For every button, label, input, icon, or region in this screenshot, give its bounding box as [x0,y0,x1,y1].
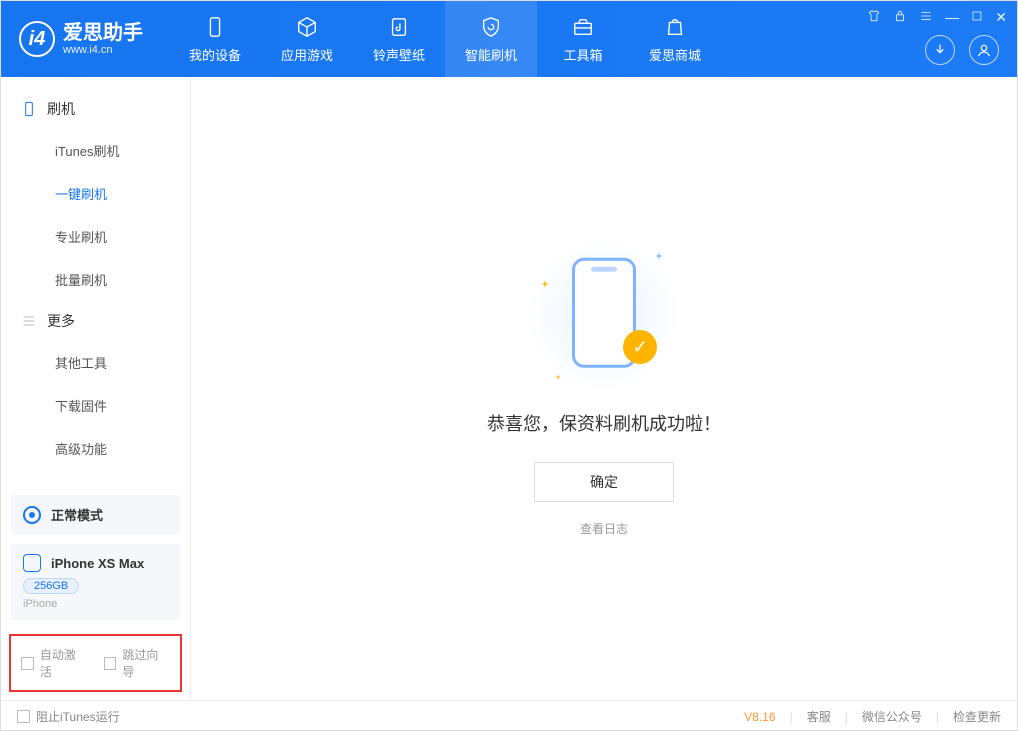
sidebar: 刷机 iTunes刷机 一键刷机 专业刷机 批量刷机 更多 其他工具 下载固件 … [1,77,191,700]
mode-card[interactable]: 正常模式 [11,495,180,534]
app-header: i4 爱思助手 www.i4.cn 我的设备 应用游戏 铃声壁纸 智能刷机 工具… [1,1,1017,77]
mode-dot-icon [23,506,41,524]
section-label: 更多 [47,311,75,331]
tab-store[interactable]: 爱思商城 [629,1,721,77]
tab-smart-flash[interactable]: 智能刷机 [445,1,537,77]
bag-icon [663,15,687,39]
footer-link-wechat[interactable]: 微信公众号 [862,708,922,725]
app-subtitle: www.i4.cn [63,44,143,56]
tab-ringtone-wallpaper[interactable]: 铃声壁纸 [353,1,445,77]
device-type: iPhone [23,598,168,610]
tab-toolbox[interactable]: 工具箱 [537,1,629,77]
list-icon [21,313,37,329]
checkbox-icon [17,710,30,723]
close-button[interactable]: ✕ [995,9,1007,26]
checkbox-label: 跳过向导 [122,646,170,680]
music-file-icon [387,15,411,39]
sidebar-item-download-firmware[interactable]: 下载固件 [1,384,190,427]
phone-icon [203,15,227,39]
app-title: 爱思助手 [63,22,143,44]
sidebar-item-oneclick-flash[interactable]: 一键刷机 [1,172,190,215]
success-illustration: ✓ [529,240,679,390]
main-tabs: 我的设备 应用游戏 铃声壁纸 智能刷机 工具箱 爱思商城 [169,1,721,77]
sidebar-item-itunes-flash[interactable]: iTunes刷机 [1,129,190,172]
toolbox-icon [571,15,595,39]
tab-label: 爱思商城 [649,45,701,64]
sidebar-section-more: 更多 [1,301,190,341]
sidebar-item-other-tools[interactable]: 其他工具 [1,341,190,384]
sidebar-section-flash: 刷机 [1,89,190,129]
device-icon [21,101,37,117]
checkbox-auto-activate[interactable]: 自动激活 [21,646,88,680]
tab-apps-games[interactable]: 应用游戏 [261,1,353,77]
user-button[interactable] [969,35,999,65]
device-small-icon [23,554,41,572]
bottom-checks-highlight: 自动激活 跳过向导 [9,634,182,692]
cube-icon [295,15,319,39]
device-storage: 256GB [23,578,79,594]
main-content: ✓ 恭喜您，保资料刷机成功啦！ 确定 查看日志 [191,77,1017,700]
checkbox-icon [104,657,117,670]
menu-icon[interactable] [919,9,933,26]
tab-label: 应用游戏 [281,45,333,64]
tab-label: 智能刷机 [465,45,517,64]
version-label: V8.16 [744,710,775,724]
sidebar-item-pro-flash[interactable]: 专业刷机 [1,215,190,258]
checkbox-block-itunes[interactable]: 阻止iTunes运行 [17,708,120,725]
status-bar: 阻止iTunes运行 V8.16 | 客服 | 微信公众号 | 检查更新 [1,700,1017,732]
maximize-button[interactable] [971,9,983,26]
minimize-button[interactable]: — [945,9,959,26]
check-badge-icon: ✓ [623,330,657,364]
sidebar-item-batch-flash[interactable]: 批量刷机 [1,258,190,301]
logo-icon: i4 [19,21,55,57]
tab-label: 工具箱 [563,45,602,64]
ok-button[interactable]: 确定 [534,462,674,502]
shield-refresh-icon [479,15,503,39]
lock-icon[interactable] [893,9,907,26]
device-card[interactable]: iPhone XS Max 256GB iPhone [11,544,180,620]
section-label: 刷机 [47,99,75,119]
sidebar-item-advanced[interactable]: 高级功能 [1,427,190,470]
window-controls: — ✕ [867,9,1007,26]
footer-link-service[interactable]: 客服 [807,708,831,725]
mode-label: 正常模式 [51,505,103,524]
tab-my-device[interactable]: 我的设备 [169,1,261,77]
tab-label: 我的设备 [189,45,241,64]
footer-link-update[interactable]: 检查更新 [953,708,1001,725]
logo-area: i4 爱思助手 www.i4.cn [1,21,161,57]
shirt-icon[interactable] [867,9,881,26]
success-message: 恭喜您，保资料刷机成功啦！ [487,410,721,436]
checkbox-label: 阻止iTunes运行 [36,708,120,725]
download-button[interactable] [925,35,955,65]
view-log-link[interactable]: 查看日志 [580,520,628,537]
checkbox-icon [21,657,34,670]
checkbox-label: 自动激活 [40,646,88,680]
checkbox-skip-guide[interactable]: 跳过向导 [104,646,171,680]
device-name: iPhone XS Max [51,556,144,571]
tab-label: 铃声壁纸 [373,45,425,64]
header-right-buttons [925,35,999,65]
